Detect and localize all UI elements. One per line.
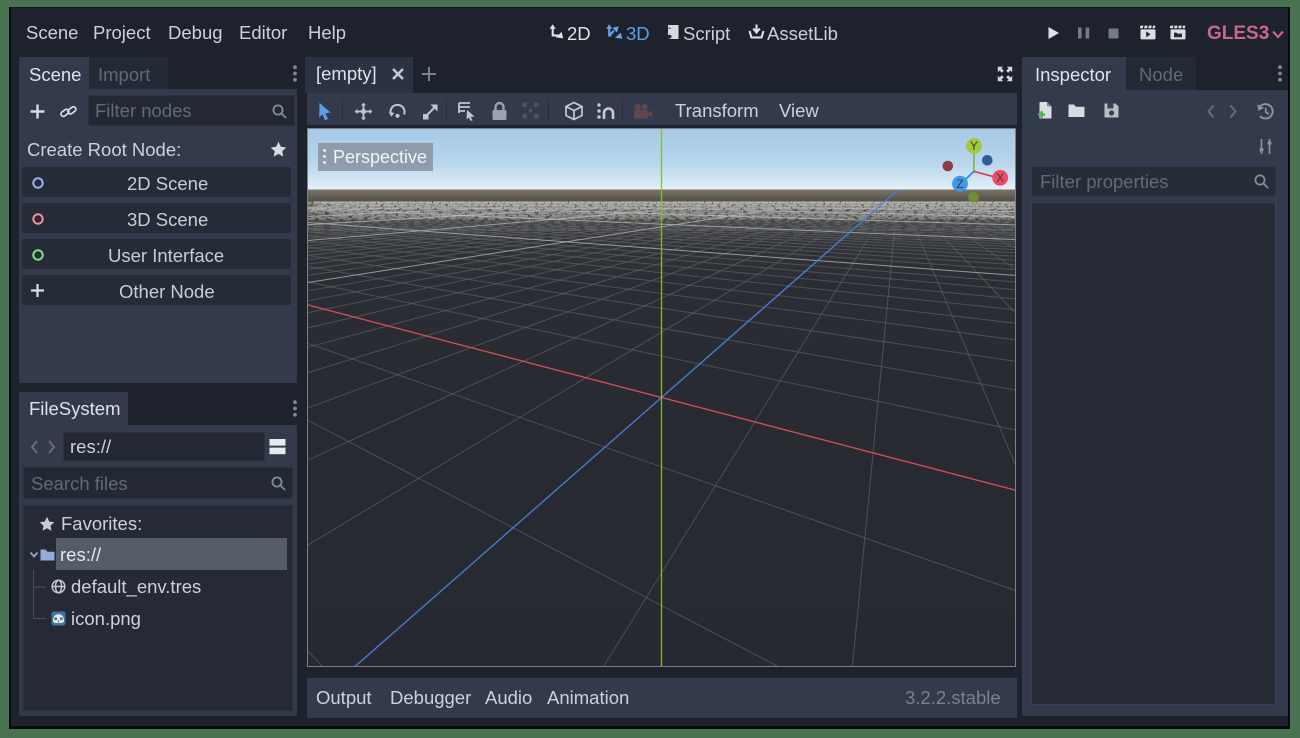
svg-text:X: X: [996, 173, 1004, 185]
svg-text:Y: Y: [970, 141, 978, 153]
svg-text:Z: Z: [956, 179, 963, 191]
